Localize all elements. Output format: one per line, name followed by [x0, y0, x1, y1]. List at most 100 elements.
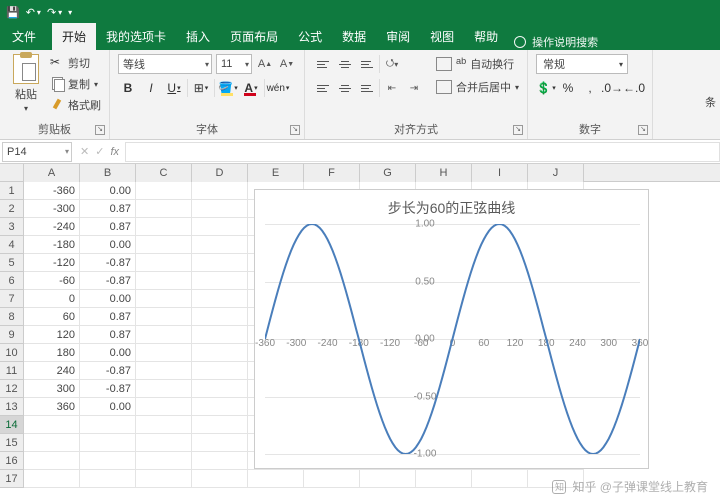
decrease-font-button[interactable]: A▼: [278, 54, 296, 74]
cell[interactable]: [136, 236, 192, 254]
cell[interactable]: [192, 380, 248, 398]
cell[interactable]: 0.00: [80, 182, 136, 200]
cell[interactable]: [192, 200, 248, 218]
increase-indent-button[interactable]: ⇥: [404, 78, 424, 98]
cell[interactable]: [248, 470, 304, 488]
row-header[interactable]: 1: [0, 182, 24, 200]
align-bottom-button[interactable]: [357, 54, 377, 74]
cell[interactable]: -360: [24, 182, 80, 200]
paste-button[interactable]: 粘贴 ▾: [8, 54, 44, 114]
cell[interactable]: 360: [24, 398, 80, 416]
number-format-combo[interactable]: 常规▾: [536, 54, 628, 74]
decrease-indent-button[interactable]: ⇤: [382, 78, 402, 98]
bold-button[interactable]: B: [118, 78, 138, 98]
fill-color-button[interactable]: 🪣▾: [218, 78, 238, 98]
cell[interactable]: [192, 218, 248, 236]
cell[interactable]: [136, 398, 192, 416]
cell[interactable]: [80, 416, 136, 434]
cell[interactable]: -120: [24, 254, 80, 272]
cell[interactable]: -240: [24, 218, 80, 236]
cell[interactable]: 0.00: [80, 344, 136, 362]
cell[interactable]: [136, 182, 192, 200]
column-header[interactable]: C: [136, 164, 192, 182]
font-color-button[interactable]: A▾: [241, 78, 261, 98]
cell[interactable]: 0.87: [80, 218, 136, 236]
fx-icon[interactable]: fx: [110, 146, 119, 158]
cell[interactable]: [136, 344, 192, 362]
cell[interactable]: [80, 452, 136, 470]
accounting-format-button[interactable]: 💲▾: [536, 78, 556, 98]
underline-button[interactable]: U▾: [164, 78, 184, 98]
enter-icon[interactable]: ✓: [95, 145, 104, 158]
cell[interactable]: 120: [24, 326, 80, 344]
cell[interactable]: [472, 470, 528, 488]
cell[interactable]: 240: [24, 362, 80, 380]
cell[interactable]: [136, 254, 192, 272]
cell[interactable]: 180: [24, 344, 80, 362]
cell[interactable]: [136, 470, 192, 488]
cell[interactable]: [192, 452, 248, 470]
cell[interactable]: [192, 416, 248, 434]
format-painter-button[interactable]: 格式刷: [50, 96, 101, 114]
cell[interactable]: [192, 470, 248, 488]
cell[interactable]: [136, 308, 192, 326]
cell[interactable]: [80, 434, 136, 452]
phonetic-guide-button[interactable]: wén▾: [268, 78, 288, 98]
column-header[interactable]: F: [304, 164, 360, 182]
wrap-text-button[interactable]: ab自动换行: [436, 54, 519, 74]
row-header[interactable]: 6: [0, 272, 24, 290]
cell[interactable]: [80, 470, 136, 488]
cell[interactable]: [360, 470, 416, 488]
column-header[interactable]: G: [360, 164, 416, 182]
cell[interactable]: 0.87: [80, 326, 136, 344]
font-size-combo[interactable]: 11▾: [216, 54, 252, 74]
cell[interactable]: [192, 434, 248, 452]
tab-view[interactable]: 视图: [420, 23, 464, 50]
italic-button[interactable]: I: [141, 78, 161, 98]
select-all-corner[interactable]: [0, 164, 24, 182]
tab-mytab[interactable]: 我的选项卡: [96, 23, 176, 50]
cell[interactable]: [24, 416, 80, 434]
column-header[interactable]: H: [416, 164, 472, 182]
column-header[interactable]: J: [528, 164, 584, 182]
redo-button[interactable]: ↷ ▾: [47, 6, 62, 19]
row-header[interactable]: 10: [0, 344, 24, 362]
tab-insert[interactable]: 插入: [176, 23, 220, 50]
column-header[interactable]: I: [472, 164, 528, 182]
cell[interactable]: [192, 272, 248, 290]
undo-button[interactable]: ↶ ▾: [26, 6, 41, 19]
dialog-launcher-icon[interactable]: ↘: [513, 125, 523, 135]
cell[interactable]: -0.87: [80, 254, 136, 272]
cell[interactable]: [136, 434, 192, 452]
cell[interactable]: [192, 362, 248, 380]
column-header[interactable]: B: [80, 164, 136, 182]
cell[interactable]: 0: [24, 290, 80, 308]
tab-formulas[interactable]: 公式: [288, 23, 332, 50]
orientation-button[interactable]: ⭯▾: [382, 54, 402, 74]
row-header[interactable]: 9: [0, 326, 24, 344]
font-name-combo[interactable]: 等线▾: [118, 54, 212, 74]
align-center-button[interactable]: [335, 78, 355, 98]
tell-me-search[interactable]: 操作说明搜索: [514, 34, 598, 50]
row-header[interactable]: 13: [0, 398, 24, 416]
cell[interactable]: [192, 398, 248, 416]
cell[interactable]: 0.00: [80, 398, 136, 416]
cell[interactable]: -60: [24, 272, 80, 290]
cell[interactable]: -0.87: [80, 380, 136, 398]
cell[interactable]: [136, 416, 192, 434]
cell[interactable]: -0.87: [80, 362, 136, 380]
row-header[interactable]: 8: [0, 308, 24, 326]
cell[interactable]: 300: [24, 380, 80, 398]
cell[interactable]: 0.87: [80, 308, 136, 326]
cell[interactable]: 0.87: [80, 200, 136, 218]
cell[interactable]: [304, 470, 360, 488]
cell[interactable]: [192, 254, 248, 272]
cut-button[interactable]: 剪切: [50, 54, 101, 72]
cell[interactable]: [136, 200, 192, 218]
merge-center-button[interactable]: 合并后居中▾: [436, 77, 519, 97]
cell[interactable]: 0.00: [80, 290, 136, 308]
row-header[interactable]: 11: [0, 362, 24, 380]
row-header[interactable]: 3: [0, 218, 24, 236]
increase-font-button[interactable]: A▲: [256, 54, 274, 74]
cell[interactable]: [192, 344, 248, 362]
